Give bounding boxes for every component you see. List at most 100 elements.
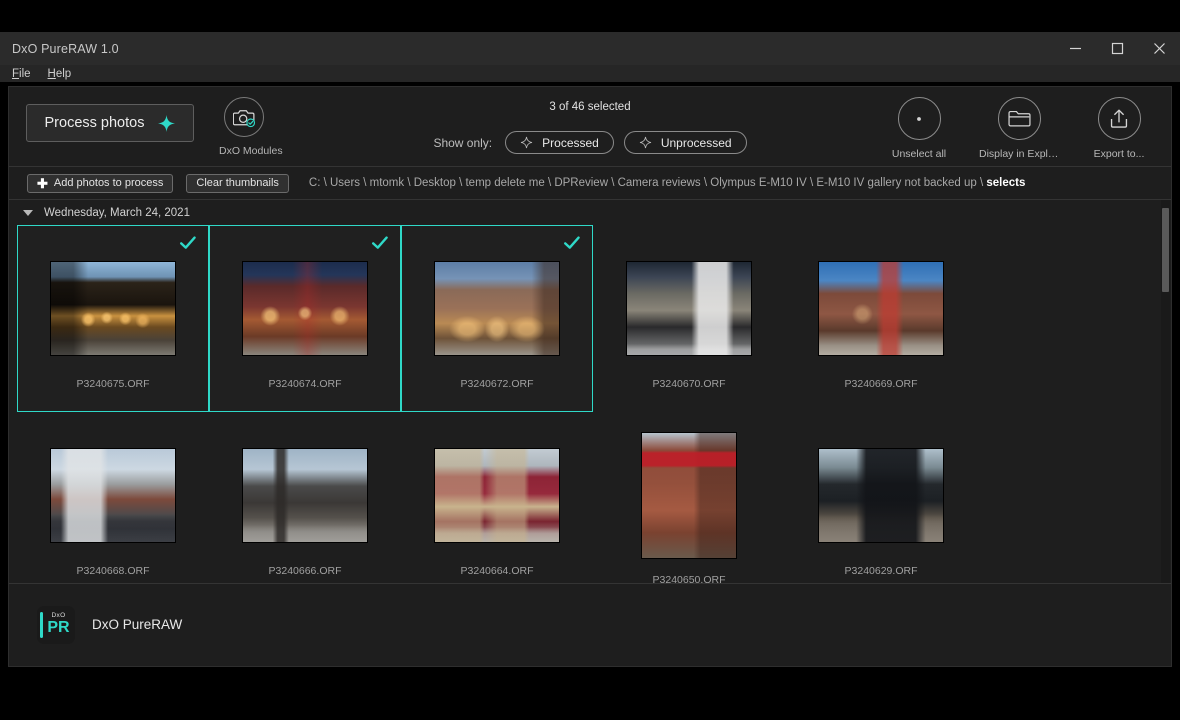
minimize-button[interactable] (1054, 32, 1096, 65)
path-bar: ✚ Add photos to process Clear thumbnails… (9, 167, 1171, 200)
clear-thumbnails-label: Clear thumbnails (196, 177, 279, 189)
close-button[interactable] (1138, 32, 1180, 65)
thumbnail-image-wrap (243, 435, 367, 557)
thumbnail-image (435, 449, 559, 542)
footer-bar: DxO PR DxO PureRAW (9, 584, 1171, 665)
thumbnail-cell: P3240670.ORF (593, 225, 785, 412)
window-controls (1054, 32, 1180, 65)
thumbnail-image-wrap (51, 248, 175, 370)
thumbnail-cell: P3240672.ORF (401, 225, 593, 412)
maximize-icon (1111, 42, 1124, 55)
thumbnail-filename: P3240666.ORF (269, 565, 342, 577)
main-panel: Process photos DxO Modules 3 of 46 selec… (8, 86, 1172, 667)
display-in-explorer-icon-circle (998, 97, 1041, 140)
thumbnail-cell: P3240650.ORF (593, 412, 785, 584)
filter-unprocessed-label: Unprocessed (661, 136, 732, 150)
menu-help-mnemonic: H (48, 68, 56, 80)
menu-help[interactable]: Help (48, 68, 72, 80)
filter-processed-button[interactable]: Processed (505, 131, 614, 154)
breadcrumb-path: C: \ Users \ mtomk \ Desktop \ temp dele… (309, 177, 986, 189)
thumbnail-item[interactable]: P3240672.ORF (401, 225, 593, 412)
thumbnail-item[interactable]: P3240670.ORF (593, 225, 785, 412)
thumbnail-cell: P3240674.ORF (209, 225, 401, 412)
unselect-all-button[interactable]: Unselect all (879, 97, 959, 160)
thumbnail-image (819, 449, 943, 542)
thumbnail-item[interactable]: P3240650.ORF (593, 412, 785, 584)
sparkle-outline-icon (639, 136, 652, 149)
thumbnail-image (627, 262, 751, 355)
export-to-button[interactable]: Export to... (1079, 97, 1159, 160)
breadcrumb[interactable]: C: \ Users \ mtomk \ Desktop \ temp dele… (309, 177, 1025, 189)
thumbnail-cell: P3240675.ORF (17, 225, 209, 412)
check-icon[interactable] (179, 234, 197, 257)
toolbar: Process photos DxO Modules 3 of 46 selec… (9, 87, 1171, 167)
filter-unprocessed-button[interactable]: Unprocessed (624, 131, 747, 154)
thumbnail-image (243, 449, 367, 542)
thumbnail-filename: P3240672.ORF (461, 378, 534, 390)
logo-pr-text: PR (47, 620, 69, 636)
thumbnail-item[interactable]: P3240668.ORF (17, 412, 209, 584)
thumbnail-filename: P3240668.ORF (77, 565, 150, 577)
add-photos-button[interactable]: ✚ Add photos to process (27, 174, 173, 193)
thumbnail-image-wrap (819, 435, 943, 557)
filter-processed-label: Processed (542, 136, 599, 150)
close-icon (1153, 42, 1166, 55)
maximize-button[interactable] (1096, 32, 1138, 65)
thumbnail-item[interactable]: P3240669.ORF (785, 225, 977, 412)
logo-accent-bar (40, 612, 43, 638)
footer-title: DxO PureRAW (92, 617, 182, 632)
thumbnail-filename: P3240650.ORF (653, 574, 726, 585)
chevron-down-icon[interactable] (23, 210, 33, 216)
sparkle-icon (158, 115, 175, 132)
clear-thumbnails-button[interactable]: Clear thumbnails (186, 174, 289, 193)
thumbnail-cell: P3240666.ORF (209, 412, 401, 584)
show-only-label: Show only: (433, 136, 492, 150)
thumbnail-item[interactable]: P3240675.ORF (17, 225, 209, 412)
thumbnail-image (243, 262, 367, 355)
folder-icon (1008, 109, 1031, 128)
dot-circle-icon (915, 115, 923, 123)
thumbnail-image-wrap (435, 248, 559, 370)
dxo-pureraw-logo: DxO PR (37, 606, 75, 644)
title-bar: DxO PureRAW 1.0 (0, 32, 1180, 65)
thumbnail-grid-area: Wednesday, March 24, 2021 P3240675.ORF P3… (9, 200, 1171, 584)
thumbnail-item[interactable]: P3240629.ORF (785, 412, 977, 584)
thumbnail-filename: P3240675.ORF (77, 378, 150, 390)
thumbnail-cell: P3240669.ORF (785, 225, 977, 412)
grid-scrollbar[interactable] (1161, 200, 1170, 584)
check-icon[interactable] (563, 234, 581, 257)
date-group-label: Wednesday, March 24, 2021 (44, 207, 190, 219)
thumbnail-image (642, 433, 736, 558)
thumbnail-image (51, 262, 175, 355)
process-photos-label: Process photos (45, 115, 145, 131)
thumbnail-image-wrap (51, 435, 175, 557)
app-window: DxO PureRAW 1.0 File Help (0, 0, 1180, 720)
export-icon (1109, 108, 1129, 129)
export-to-label: Export to... (1079, 148, 1159, 160)
thumbnail-filename: P3240669.ORF (845, 378, 918, 390)
thumbnail-image (51, 449, 175, 542)
menu-help-rest: elp (56, 68, 71, 80)
display-in-explorer-label: Display in Explorer (979, 148, 1059, 160)
display-in-explorer-button[interactable]: Display in Explorer (979, 97, 1059, 160)
thumbnail-filename: P3240674.ORF (269, 378, 342, 390)
minimize-icon (1069, 42, 1082, 55)
thumbnail-image-wrap (642, 426, 736, 566)
thumbnail-image-wrap (627, 248, 751, 370)
thumbnail-cell: P3240668.ORF (17, 412, 209, 584)
unselect-all-icon-circle (898, 97, 941, 140)
thumbnail-filename: P3240670.ORF (653, 378, 726, 390)
grid-scrollbar-thumb[interactable] (1162, 208, 1169, 292)
date-group-header[interactable]: Wednesday, March 24, 2021 (9, 200, 1171, 225)
thumbnail-item[interactable]: P3240674.ORF (209, 225, 401, 412)
check-icon[interactable] (371, 234, 389, 257)
plus-icon: ✚ (37, 177, 48, 190)
thumbnail-filename: P3240664.ORF (461, 565, 534, 577)
unselect-all-label: Unselect all (879, 148, 959, 160)
breadcrumb-current-folder: selects (986, 177, 1025, 189)
thumbnail-item[interactable]: P3240664.ORF (401, 412, 593, 584)
window-title: DxO PureRAW 1.0 (12, 42, 119, 56)
menu-bar: File Help (0, 65, 1180, 82)
menu-file[interactable]: File (12, 68, 31, 80)
thumbnail-item[interactable]: P3240666.ORF (209, 412, 401, 584)
